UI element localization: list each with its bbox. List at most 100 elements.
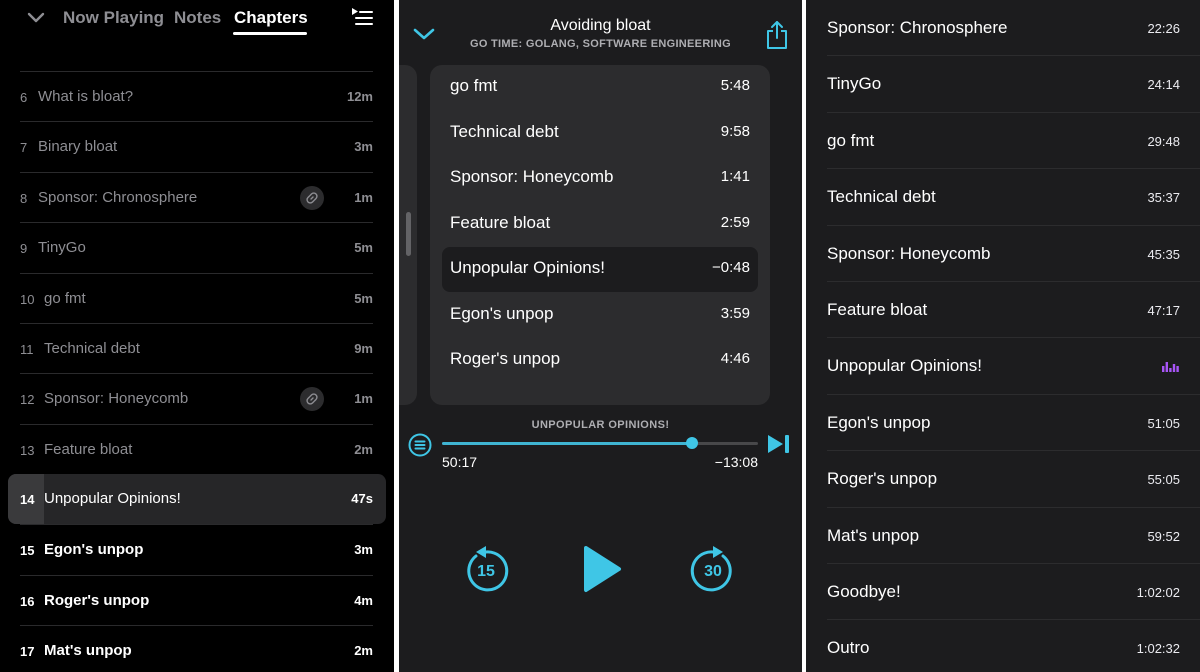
link-icon[interactable]: [300, 185, 324, 210]
chapter-row[interactable]: 8 Sponsor: Chronosphere 1m: [20, 171, 373, 222]
chapter-card: go fmt 5:48 Technical debt 9:58 Sponsor: Hon…: [430, 65, 770, 405]
episode-title: Avoiding bloat: [550, 17, 651, 34]
chapter-title: go fmt: [44, 289, 86, 307]
chapter-title: Technical debt: [450, 121, 559, 141]
chapter-row[interactable]: 9 TinyGo 5m: [20, 222, 373, 272]
chapter-row[interactable]: 16 Roger's unpop 4m: [20, 574, 373, 625]
share-icon[interactable]: [765, 20, 789, 50]
chapter-title: What is bloat?: [38, 88, 134, 105]
chapter-row[interactable]: 12 Sponsor: Honeycomb 1m: [20, 373, 373, 423]
chevron-down-icon[interactable]: [26, 10, 46, 26]
chapter-title: Unpopular Opinions!: [450, 258, 605, 277]
chapter-duration: 2m: [354, 441, 373, 457]
progress-fill: [442, 442, 692, 445]
chapter-row[interactable]: Sponsor: Honeycomb 45:35: [827, 226, 1200, 282]
chapter-row[interactable]: Egon's unpop 51:05: [827, 395, 1200, 452]
tab-header: Now Playing Notes Chapters: [0, 0, 394, 44]
chapter-row[interactable]: Egon's unpop 3:59: [442, 293, 758, 338]
chapter-row[interactable]: Mat's unpop 59:52: [827, 508, 1200, 564]
chapter-list: 6 What is bloat? 12m 7 Binary bloat 3m 8 Sponso…: [0, 71, 394, 672]
chapter-title: Outro: [827, 638, 870, 658]
chapter-row[interactable]: 10 go fmt 5m: [20, 272, 373, 323]
chapter-row[interactable]: Roger's unpop 55:05: [827, 451, 1200, 508]
chapter-row[interactable]: Sponsor: Honeycomb 1:41: [442, 156, 758, 201]
chapter-number: 13: [20, 442, 35, 458]
chapter-title: Sponsor: Chronosphere: [827, 18, 1008, 37]
chapter-duration: 3m: [354, 542, 373, 558]
chapter-number: 14: [20, 492, 35, 508]
chapter-row[interactable]: TinyGo 24:14: [827, 56, 1200, 113]
chapter-row[interactable]: 13 Feature bloat 2m: [20, 423, 373, 474]
chapter-row[interactable]: 11 Technical debt 9m: [20, 322, 373, 373]
chapter-start-time: 45:35: [1147, 246, 1180, 262]
chapter-row[interactable]: Roger's unpop 4:46: [442, 338, 758, 383]
chapter-list-icon[interactable]: [408, 433, 432, 457]
chapter-duration: 3m: [354, 139, 373, 155]
chapter-start-time: 29:48: [1147, 133, 1180, 149]
tab-chapters[interactable]: Chapters: [234, 8, 308, 28]
progress-knob[interactable]: [685, 437, 698, 449]
chapter-number: 10: [20, 291, 35, 307]
chapter-row[interactable]: Feature bloat 2:59: [442, 202, 758, 247]
chapter-title: Technical debt: [827, 187, 936, 207]
chapter-title: Unpopular Opinions!: [827, 356, 982, 376]
chapter-row[interactable]: 6 What is bloat? 12m: [20, 71, 373, 121]
chapter-title: Mat's unpop: [44, 641, 132, 659]
chapter-row[interactable]: 15 Egon's unpop 3m: [20, 524, 373, 574]
link-icon[interactable]: [300, 387, 324, 412]
chapter-start-time: 35:37: [1147, 190, 1180, 206]
chapter-row[interactable]: Sponsor: Chronosphere 22:26: [827, 0, 1200, 57]
chapter-row[interactable]: Goodbye! 1:02:02: [827, 564, 1200, 621]
chapter-row[interactable]: Unpopular Opinions! −0:48: [442, 247, 758, 292]
chapter-row[interactable]: Technical debt 35:37: [827, 169, 1200, 226]
progress-slider[interactable]: [442, 437, 758, 449]
chapter-row[interactable]: Technical debt 9:58: [442, 111, 758, 156]
remaining-time: −13:08: [714, 454, 758, 470]
chapter-row[interactable]: Unpopular Opinions!: [827, 338, 1200, 395]
chapter-row[interactable]: 17 Mat's unpop 2m: [20, 624, 373, 672]
chapter-row[interactable]: Feature bloat 47:17: [827, 282, 1200, 339]
chapter-time: 9:58: [720, 122, 750, 140]
chapter-title: Feature bloat: [450, 212, 551, 232]
skip-back-button[interactable]: 15: [463, 546, 509, 594]
chapter-timeline-panel: Sponsor: Chronosphere 22:26 TinyGo 24:14 go …: [806, 0, 1200, 672]
chapter-title: go fmt: [827, 130, 875, 150]
scrollbar[interactable]: [406, 212, 411, 256]
chapter-title: Feature bloat: [827, 300, 928, 319]
chapter-number: 16: [20, 593, 35, 609]
chapter-number: 8: [20, 190, 28, 206]
chapter-start-time: 51:05: [1147, 415, 1180, 431]
next-chapter-icon[interactable]: [767, 433, 791, 455]
chapter-title: Egon's unpop: [827, 412, 931, 432]
chapter-row[interactable]: 14 Unpopular Opinions! 47s: [8, 474, 386, 525]
chapter-title: Roger's unpop: [450, 349, 561, 368]
chapter-duration: 5m: [354, 290, 373, 306]
tab-now-playing[interactable]: Now Playing: [63, 8, 164, 28]
chapter-row[interactable]: Outro 1:02:32: [827, 620, 1200, 672]
chapter-number: 9: [20, 241, 28, 257]
chapter-title: Roger's unpop: [44, 591, 150, 609]
chapter-title: Egon's unpop: [44, 541, 144, 559]
chapter-time: 4:46: [720, 350, 750, 367]
skip-forward-button[interactable]: 30: [690, 546, 736, 594]
chapter-duration: 1m: [354, 189, 373, 205]
play-icon[interactable]: [582, 544, 622, 594]
chapter-title: Feature bloat: [44, 440, 133, 458]
chapter-row[interactable]: 7 Binary bloat 3m: [20, 121, 373, 171]
player-panel: Avoiding bloat GO TIME: GOLANG, SOFTWARE…: [399, 0, 802, 672]
chapter-row[interactable]: go fmt 5:48: [442, 65, 758, 110]
chapter-number: 6: [20, 90, 28, 105]
chapter-row[interactable]: go fmt 29:48: [827, 113, 1200, 170]
chapter-start-time: 59:52: [1147, 528, 1180, 544]
chapter-title: Unpopular Opinions!: [44, 490, 181, 508]
chapter-start-time: 1:02:02: [1136, 585, 1180, 600]
play-queue-icon[interactable]: [350, 6, 374, 28]
tab-notes[interactable]: Notes: [174, 8, 221, 28]
elapsed-time: 50:17: [442, 454, 478, 470]
chapter-title: Egon's unpop: [450, 303, 554, 323]
chapter-title: TinyGo: [827, 74, 882, 94]
chapter-title: Mat's unpop: [827, 525, 920, 545]
chapter-title: Technical debt: [44, 339, 140, 357]
chapter-number: 15: [20, 543, 35, 559]
chapter-title: go fmt: [450, 76, 498, 95]
